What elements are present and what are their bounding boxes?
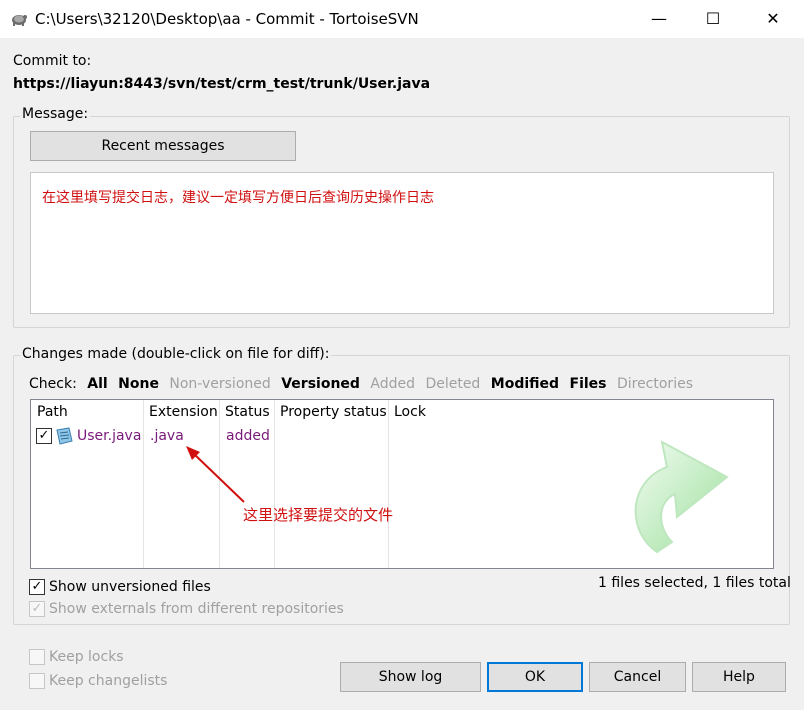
commit-url: https://liayun:8443/svn/test/crm_test/tr… <box>13 76 431 92</box>
filter-deleted[interactable]: Deleted <box>425 376 480 392</box>
filter-modified[interactable]: Modified <box>491 376 559 392</box>
filter-non-versioned[interactable]: Non-versioned <box>169 376 270 392</box>
keep-locks-checkbox <box>29 649 45 665</box>
keep-changelists-checkbox <box>29 673 45 689</box>
cancel-button[interactable]: Cancel <box>589 662 686 692</box>
column-header-path[interactable]: Path <box>37 404 68 420</box>
show-unversioned-label[interactable]: Show unversioned files <box>49 579 211 595</box>
row-status: added <box>226 428 270 444</box>
column-header-status[interactable]: Status <box>225 404 270 420</box>
column-header-property-status[interactable]: Property status <box>280 404 387 420</box>
tortoisesvn-icon <box>12 15 27 26</box>
row-checkbox[interactable]: ✓ <box>36 428 52 444</box>
filter-none[interactable]: None <box>118 376 159 392</box>
filter-versioned[interactable]: Versioned <box>281 376 360 392</box>
changes-list[interactable]: Path Extension Status Property status Lo… <box>30 399 774 569</box>
message-group-label: Message: <box>20 106 91 122</box>
recent-messages-button[interactable]: Recent messages <box>30 131 296 161</box>
keep-changelists-label: Keep changelists <box>49 673 168 689</box>
column-header-extension[interactable]: Extension <box>149 404 218 420</box>
files-summary: 1 files selected, 1 files total <box>598 575 791 591</box>
commit-watermark-arrow-icon <box>634 440 729 554</box>
help-button[interactable]: Help <box>692 662 786 692</box>
show-unversioned-checkbox[interactable]: ✓ <box>29 579 45 595</box>
maximize-button[interactable]: ☐ <box>690 0 736 38</box>
filter-files[interactable]: Files <box>570 376 607 392</box>
show-externals-label: Show externals from different repositori… <box>49 601 344 617</box>
java-file-icon <box>56 427 73 445</box>
row-extension: .java <box>150 428 184 444</box>
filter-all[interactable]: All <box>87 376 107 392</box>
title-bar: C:\Users\32120\Desktop\aa - Commit - Tor… <box>0 0 804 38</box>
check-label: Check: <box>29 376 77 392</box>
close-button[interactable]: ✕ <box>750 0 796 38</box>
filter-directories[interactable]: Directories <box>617 376 693 392</box>
show-externals-checkbox: ✓ <box>29 601 45 617</box>
commit-to-label: Commit to: <box>13 53 92 69</box>
changes-group-label: Changes made (double-click on file for d… <box>20 346 332 362</box>
ok-button[interactable]: OK <box>487 662 583 692</box>
annotation-text: 这里选择要提交的文件 <box>243 506 394 524</box>
check-filter-row: Check: All None Non-versioned Versioned … <box>29 376 699 392</box>
column-header-lock[interactable]: Lock <box>394 404 426 420</box>
commit-message-input[interactable]: 在这里填写提交日志，建议一定填写方便日后查询历史操作日志 <box>30 172 774 314</box>
show-log-button[interactable]: Show log <box>340 662 481 692</box>
filter-added[interactable]: Added <box>370 376 415 392</box>
minimize-button[interactable]: — <box>636 0 682 38</box>
window-title: C:\Users\32120\Desktop\aa - Commit - Tor… <box>35 10 419 28</box>
row-path: User.java <box>77 428 142 444</box>
keep-locks-label: Keep locks <box>49 649 124 665</box>
